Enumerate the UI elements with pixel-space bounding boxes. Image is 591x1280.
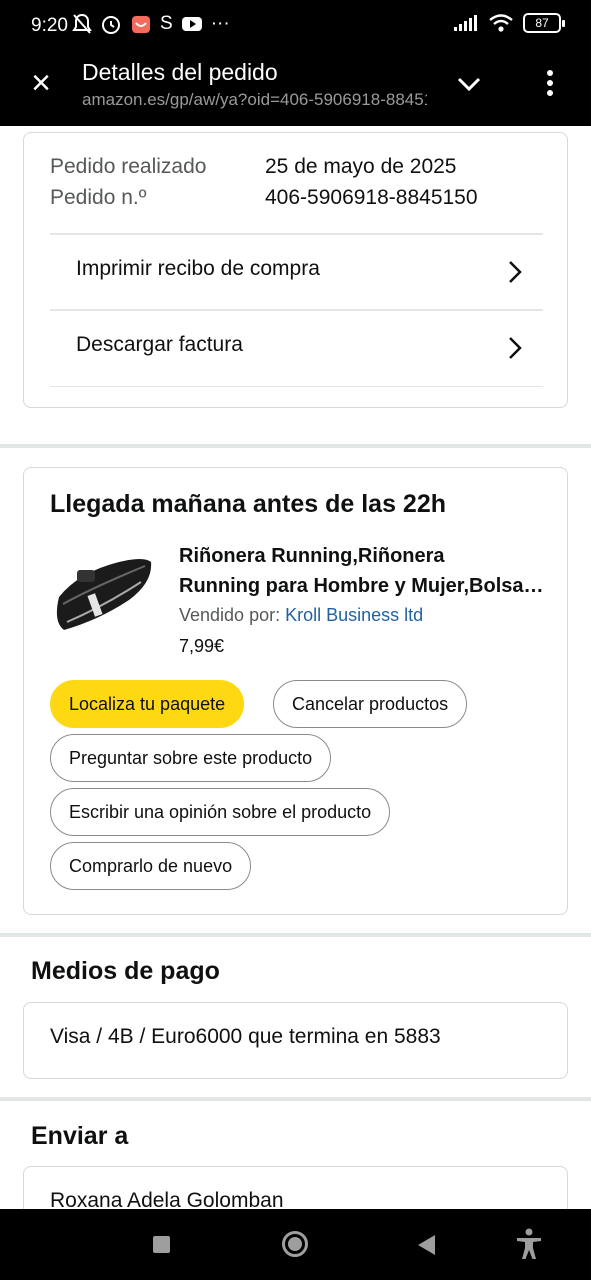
order-summary-card: Pedido realizado 25 de mayo de 2025 Pedi… (23, 132, 568, 408)
youtube-icon (181, 17, 202, 31)
home-icon[interactable] (282, 1231, 308, 1257)
sold-by-label: Vendido por: (179, 605, 286, 625)
ask-product-question-button[interactable]: Preguntar sobre este producto (50, 734, 332, 782)
order-placed-label: Pedido realizado (50, 155, 207, 178)
product-price: 7,99€ (179, 636, 225, 656)
page-title: Detalles del pedido (82, 59, 278, 85)
product-title[interactable]: Riñonera Running,Riñonera Running para H… (179, 541, 549, 601)
track-package-button[interactable]: Localiza tu paquete (50, 680, 245, 728)
product-title-line2: Running para Hombre y Mujer,Bolsa Correr (179, 575, 549, 597)
seller-link[interactable]: Kroll Business ltd (285, 605, 423, 625)
signal-icon (454, 15, 477, 31)
system-nav-bar (0, 1209, 591, 1280)
more-dots-icon: ··· (210, 13, 230, 34)
sold-by: Vendido por: Kroll Business ltd (179, 605, 423, 626)
delivery-title: Llegada mañana antes de las 22h (50, 490, 446, 518)
chevron-right-icon (509, 337, 522, 359)
cancel-items-button[interactable]: Cancelar productos (273, 680, 468, 728)
shipment-card: Llegada mañana antes de las 22h Riñonera… (23, 467, 568, 915)
product-title-line1: Riñonera Running,Riñonera (179, 545, 445, 567)
status-time: 9:20 (31, 15, 68, 36)
section-divider (0, 444, 591, 448)
browser-header: × Detalles del pedido amazon.es/gp/aw/ya… (0, 50, 591, 126)
page-url[interactable]: amazon.es/gp/aw/ya?oid=406-5906918-88451… (82, 90, 427, 110)
battery-icon: 87 (523, 13, 565, 33)
payment-card: Visa / 4B / Euro6000 que termina en 5883 (23, 1002, 568, 1079)
page-content: Pedido realizado 25 de mayo de 2025 Pedi… (0, 126, 591, 1209)
alarm-icon (102, 16, 120, 34)
order-number-label: Pedido n.º (50, 186, 147, 209)
shipping-section-title: Enviar a (31, 1122, 129, 1150)
shop-app-icon (132, 16, 150, 33)
close-icon[interactable]: × (26, 66, 56, 100)
shipping-address-card: Roxana Adela Golomban (23, 1166, 568, 1209)
wifi-icon (489, 14, 513, 32)
back-icon[interactable] (418, 1235, 435, 1255)
payment-method: Visa / 4B / Euro6000 que termina en 5883 (50, 1025, 441, 1048)
bell-off-icon (72, 13, 92, 34)
accessibility-icon[interactable] (515, 1228, 543, 1260)
s-app-icon: S (160, 13, 173, 34)
chevron-right-icon (509, 261, 522, 283)
buy-again-button[interactable]: Comprarlo de nuevo (50, 842, 252, 890)
recents-icon[interactable] (153, 1236, 170, 1253)
print-receipt-label: Imprimir recibo de compra (76, 257, 320, 280)
download-invoice-row[interactable]: Descargar factura (50, 309, 543, 387)
print-receipt-row[interactable]: Imprimir recibo de compra (50, 233, 543, 311)
order-placed-value: 25 de mayo de 2025 (265, 155, 457, 178)
more-vert-icon[interactable] (538, 68, 562, 98)
write-review-button[interactable]: Escribir una opinión sobre el producto (50, 788, 391, 836)
recipient-name: Roxana Adela Golomban (50, 1189, 284, 1209)
status-notification-icons: S ··· (72, 12, 230, 36)
section-divider (0, 933, 591, 937)
product-image[interactable] (49, 542, 159, 634)
chevron-down-icon[interactable] (455, 70, 483, 98)
payment-section-title: Medios de pago (31, 957, 220, 985)
section-divider (0, 1097, 591, 1101)
download-invoice-label: Descargar factura (76, 333, 243, 356)
order-number-value: 406-5906918-8845150 (265, 186, 478, 209)
status-bar: 9:20 S ··· 87 (0, 0, 591, 50)
